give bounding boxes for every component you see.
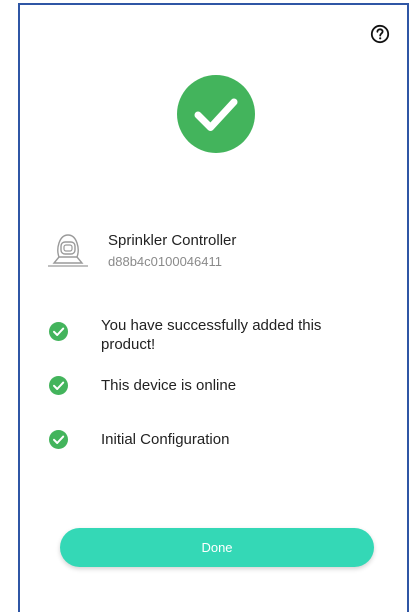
status-item-label: You have successfully added this product… <box>101 317 322 353</box>
status-item-label: Initial Configuration <box>101 431 230 448</box>
device-id: d88b4c0100046411 <box>108 254 222 269</box>
help-circle-icon[interactable] <box>370 24 390 44</box>
device-name: Sprinkler Controller <box>108 232 237 249</box>
checkmark-circle-icon <box>177 75 255 153</box>
done-button[interactable]: Done <box>60 528 374 567</box>
check-circle-icon <box>49 376 68 395</box>
sprinkler-controller-icon <box>48 234 88 267</box>
check-circle-icon <box>49 430 68 449</box>
status-item-label: This device is online <box>101 377 237 394</box>
check-circle-icon <box>49 322 68 341</box>
